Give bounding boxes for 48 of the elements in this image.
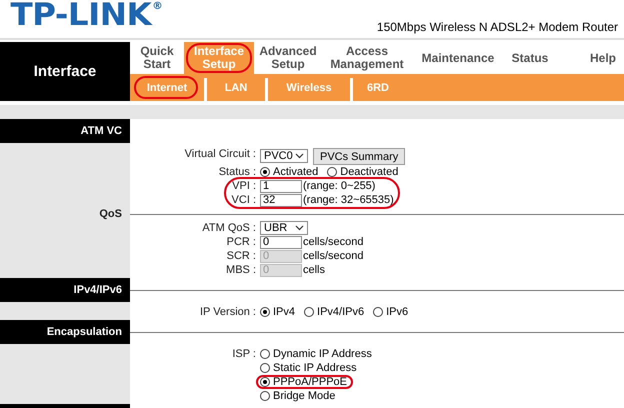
radio-option[interactable]: IPv4/IPv6 (300, 305, 370, 319)
field-label: VCI : (230, 193, 257, 207)
field-label: SCR : (226, 249, 257, 263)
section-header: IPv4/IPv6 (0, 278, 130, 302)
summary-button[interactable]: PVCs Summary (313, 148, 406, 165)
field-hint: (range: 32~65535) (303, 194, 394, 206)
dropdown[interactable]: UBR (260, 221, 308, 235)
field-label: PCR : (226, 235, 257, 249)
radio-button[interactable] (304, 307, 314, 317)
radio-button[interactable] (260, 391, 270, 401)
radio-option[interactable]: Dynamic IP Address (256, 347, 378, 361)
radio-option[interactable]: IPv4 (256, 305, 302, 319)
caret-icon (295, 225, 304, 231)
input-field[interactable]: 32 (260, 194, 302, 206)
radio-option[interactable]: Deactivated (323, 165, 404, 179)
section-header: Encapsulation (0, 320, 130, 344)
radio-button[interactable] (260, 363, 270, 373)
radio-option[interactable]: PPPoA/PPPoE (256, 375, 353, 389)
input-field[interactable]: 0 (260, 236, 302, 248)
input-field[interactable]: 1 (260, 180, 302, 192)
radio-option[interactable]: Bridge Mode (256, 389, 342, 403)
field-label: MBS : (225, 263, 257, 277)
product-title: 150Mbps Wireless N ADSL2+ Modem Router (376, 20, 619, 36)
radio-button[interactable] (260, 307, 270, 317)
field-hint: cells/second (303, 250, 364, 262)
dropdown[interactable]: PVC0 (260, 149, 308, 163)
radio-option[interactable]: Activated (256, 165, 324, 179)
radio-button[interactable] (260, 167, 270, 177)
caret-icon (295, 153, 304, 159)
field-label: VPI : (231, 179, 257, 193)
radio-button[interactable] (327, 167, 338, 177)
radio-button[interactable] (260, 349, 270, 359)
field-label: Status : (218, 165, 257, 179)
radio-button[interactable] (373, 307, 384, 317)
radio-button[interactable] (260, 377, 270, 387)
field-label: IP Version : (198, 305, 257, 319)
field-label: ISP : (231, 347, 257, 361)
section-header: ATM VC (0, 119, 130, 143)
section-title: Interface (0, 42, 130, 101)
field-label: ATM QoS : (201, 221, 257, 235)
radio-option[interactable]: Static IP Address (256, 361, 363, 375)
field-hint: cells (303, 264, 326, 276)
field-hint: (range: 0~255) (303, 180, 376, 192)
field-label: Virtual Circuit : (184, 147, 257, 161)
radio-option[interactable]: IPv6 (369, 305, 414, 319)
field-hint: cells/second (303, 236, 364, 248)
section-header: QoS (99, 208, 122, 220)
logo: TP-LINK$^{®}$ (10, 1, 162, 29)
